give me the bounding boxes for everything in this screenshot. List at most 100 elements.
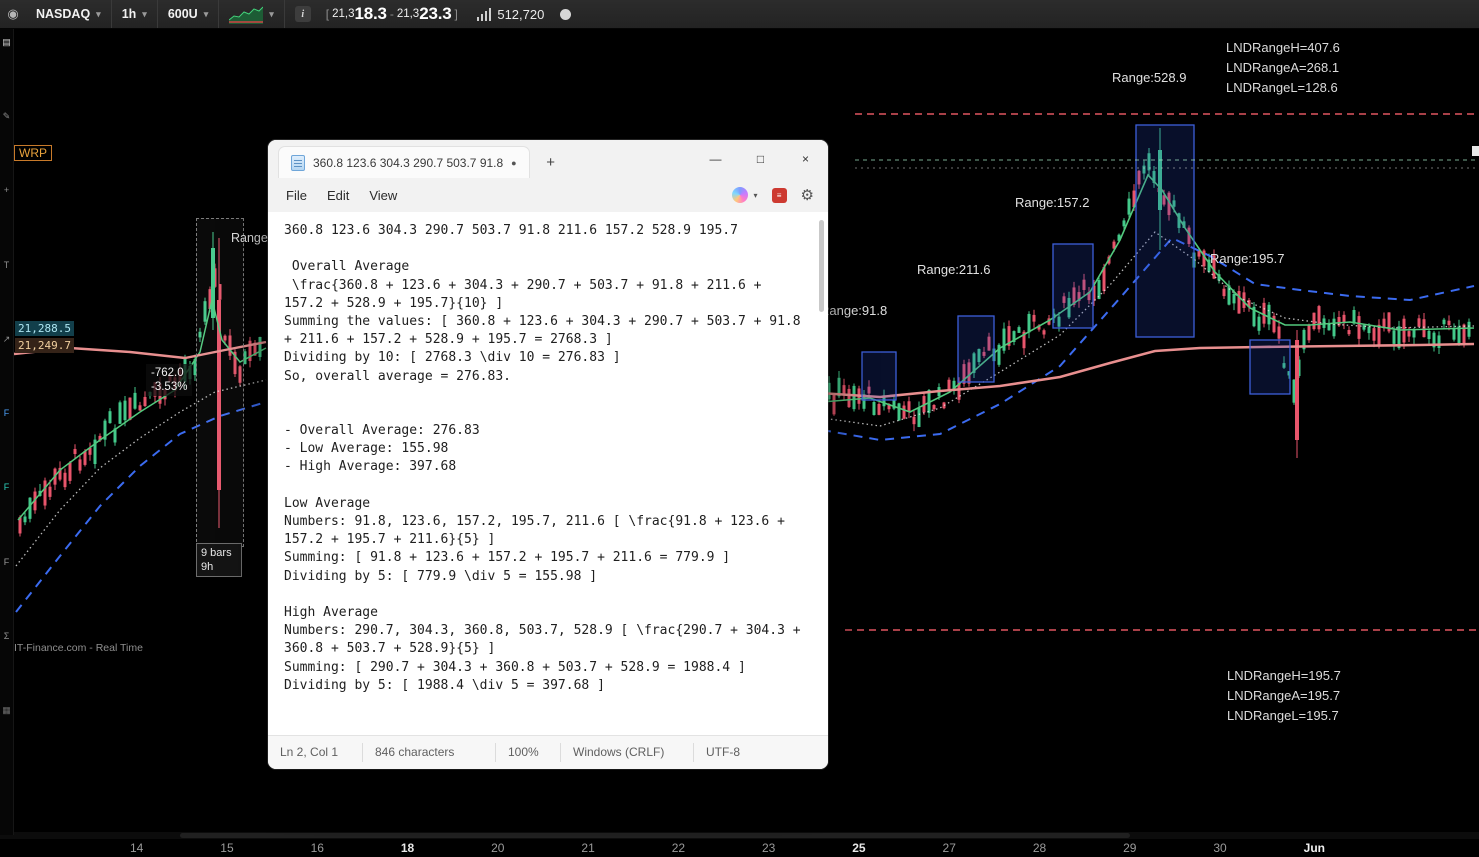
units-dropdown[interactable]: 600U ▾ bbox=[158, 0, 219, 28]
editor-line bbox=[284, 404, 810, 422]
screen: ◉ NASDAQ ▾ 1h ▾ 600U ▾ ▾ i [ 21,3 18.3 - bbox=[0, 0, 1479, 857]
chevron-down-icon: ▾ bbox=[142, 10, 147, 19]
scrollbar-thumb[interactable] bbox=[180, 833, 1130, 838]
close-button[interactable]: × bbox=[783, 140, 828, 178]
tab-title: 360.8 123.6 304.3 290.7 503.7 91.8 bbox=[313, 156, 503, 170]
editor-line: Numbers: 91.8, 123.6, 157.2, 195.7, 211.… bbox=[284, 513, 810, 531]
toolbar-icon[interactable]: ✎ bbox=[3, 112, 11, 121]
editor-scrollbar[interactable] bbox=[819, 220, 824, 312]
status-line-ending[interactable]: Windows (CRLF) bbox=[560, 743, 693, 763]
range-label-528: Range:528.9 bbox=[1112, 70, 1186, 85]
notepad-icon bbox=[291, 155, 305, 171]
ask-price-small: 21,3 bbox=[397, 9, 419, 23]
editor-line: 360.8 123.6 304.3 290.7 503.7 91.8 211.6… bbox=[284, 222, 810, 240]
editor-line: 157.2 + 528.9 + 195.7}{10} ] bbox=[284, 295, 810, 313]
toolbar-icon[interactable]: F bbox=[4, 409, 10, 418]
chevron-down-icon: ▾ bbox=[269, 10, 274, 19]
chevron-down-icon: ▾ bbox=[754, 191, 758, 200]
app-icon[interactable]: ◉ bbox=[0, 6, 26, 22]
drawing-toolbar: ▤ ✎ + T ↗ F F F Σ ▦ bbox=[0, 28, 14, 835]
toolbar-icon[interactable]: F bbox=[4, 483, 10, 492]
toolbar-icon[interactable]: Σ bbox=[4, 632, 10, 641]
editor-line: - Low Average: 155.98 bbox=[284, 440, 810, 458]
info-icon[interactable]: i bbox=[295, 6, 311, 22]
range-label-195: Range:195.7 bbox=[1210, 251, 1284, 266]
time-axis-label: 14 bbox=[130, 841, 143, 855]
chart-style-dropdown[interactable]: ▾ bbox=[219, 0, 285, 28]
change-label: -762.0 -3.53% bbox=[146, 364, 192, 396]
copilot-icon[interactable] bbox=[732, 187, 748, 203]
text-editor[interactable]: 360.8 123.6 304.3 290.7 503.7 91.8 211.6… bbox=[268, 212, 828, 735]
change-percent: -3.53% bbox=[151, 380, 187, 394]
menubar-right: ▾ ≡ ⚙ bbox=[732, 187, 814, 203]
change-value: -762.0 bbox=[151, 366, 187, 380]
price-tag-low: 21,249.7 bbox=[15, 338, 74, 353]
topbar: ◉ NASDAQ ▾ 1h ▾ 600U ▾ ▾ i [ 21,3 18.3 - bbox=[0, 0, 1479, 29]
toolbar-icon[interactable]: + bbox=[4, 186, 9, 195]
mini-chart-icon bbox=[229, 4, 263, 24]
time-axis-label: Jun bbox=[1304, 841, 1325, 855]
red-extension-icon[interactable]: ≡ bbox=[772, 188, 787, 203]
unsaved-indicator: ● bbox=[511, 158, 516, 168]
chevron-down-icon: ▾ bbox=[96, 10, 101, 19]
editor-line: 157.2 + 195.7 + 211.6}{5} ] bbox=[284, 531, 810, 549]
watermark: IT-Finance.com - Real Time bbox=[14, 642, 143, 654]
symbol-dropdown[interactable]: NASDAQ ▾ bbox=[26, 0, 112, 28]
volume-label: 512,720 bbox=[497, 7, 544, 22]
menu-file[interactable]: File bbox=[276, 184, 317, 207]
time-axis-label: 27 bbox=[943, 841, 956, 855]
toolbar-icon[interactable]: T bbox=[4, 261, 10, 270]
notepad-statusbar: Ln 2, Col 1 846 characters 100% Windows … bbox=[268, 735, 828, 769]
selection-duration: 9h bbox=[201, 560, 237, 574]
range-label-91: Range:91.8 bbox=[820, 303, 887, 318]
editor-line: - High Average: 397.68 bbox=[284, 458, 810, 476]
time-axis-label: 18 bbox=[401, 841, 414, 855]
lnd-range-top-list: LNDRangeH=407.6LNDRangeA=268.1LNDRangeL=… bbox=[1226, 38, 1340, 98]
notepad-titlebar[interactable]: 360.8 123.6 304.3 290.7 503.7 91.8 ● + —… bbox=[268, 140, 828, 178]
price-bracket-open: [ bbox=[323, 8, 332, 22]
editor-line: 360.8 + 503.7 + 528.9}{5} ] bbox=[284, 640, 810, 658]
menu-edit[interactable]: Edit bbox=[317, 184, 359, 207]
editor-line: Dividing by 5: [ 779.9 \div 5 = 155.98 ] bbox=[284, 568, 810, 586]
price-tag-high: 21,288.5 bbox=[15, 321, 74, 336]
lnd-range-item: LNDRangeA=268.1 bbox=[1226, 58, 1340, 78]
time-axis-label: 22 bbox=[672, 841, 685, 855]
maximize-button[interactable]: □ bbox=[738, 140, 783, 178]
notepad-menubar: File Edit View ▾ ≡ ⚙ bbox=[268, 178, 828, 212]
editor-line: High Average bbox=[284, 604, 810, 622]
lnd-range-item: LNDRangeH=195.7 bbox=[1227, 666, 1341, 686]
status-character-count: 846 characters bbox=[362, 743, 495, 763]
toolbar-icon[interactable]: ▦ bbox=[2, 706, 11, 715]
editor-line: Overall Average bbox=[284, 258, 810, 276]
settings-gear-icon[interactable]: ⚙ bbox=[801, 188, 814, 203]
editor-line: Summing: [ 290.7 + 304.3 + 360.8 + 503.7… bbox=[284, 659, 810, 677]
notepad-tab[interactable]: 360.8 123.6 304.3 290.7 503.7 91.8 ● bbox=[278, 146, 530, 179]
toolbar-icon[interactable]: ▤ bbox=[2, 38, 11, 47]
editor-line: Low Average bbox=[284, 495, 810, 513]
toolbar-icon[interactable]: F bbox=[4, 558, 10, 567]
new-tab-button[interactable]: + bbox=[538, 149, 564, 175]
range-label-left: Range bbox=[231, 231, 268, 245]
minimize-button[interactable]: — bbox=[693, 140, 738, 178]
time-axis-label: 29 bbox=[1123, 841, 1136, 855]
editor-line: So, overall average = 276.83. bbox=[284, 368, 810, 386]
status-zoom[interactable]: 100% bbox=[495, 743, 560, 763]
toolbar-icon[interactable]: ↗ bbox=[3, 335, 11, 344]
editor-line: Numbers: 290.7, 304.3, 360.8, 503.7, 528… bbox=[284, 622, 810, 640]
indicator-badge[interactable]: WRP bbox=[14, 145, 52, 161]
editor-line: + 211.6 + 157.2 + 528.9 + 195.7 = 2768.3… bbox=[284, 331, 810, 349]
lnd-range-item: LNDRangeH=407.6 bbox=[1226, 38, 1340, 58]
menu-view[interactable]: View bbox=[359, 184, 407, 207]
editor-line: - Overall Average: 276.83 bbox=[284, 422, 810, 440]
record-icon[interactable] bbox=[560, 9, 571, 20]
status-encoding[interactable]: UTF-8 bbox=[693, 743, 778, 763]
timeframe-dropdown[interactable]: 1h ▾ bbox=[112, 0, 158, 28]
bid-price-large: 18.3 bbox=[355, 5, 387, 22]
selection-band[interactable] bbox=[196, 218, 244, 547]
horizontal-scrollbar[interactable] bbox=[0, 832, 1479, 839]
editor-line: Dividing by 10: [ 2768.3 \div 10 = 276.8… bbox=[284, 349, 810, 367]
timeframe-label: 1h bbox=[122, 7, 137, 21]
editor-line: \frac{360.8 + 123.6 + 304.3 + 290.7 + 50… bbox=[284, 277, 810, 295]
lnd-range-bottom-list: LNDRangeH=195.7LNDRangeA=195.7LNDRangeL=… bbox=[1227, 666, 1341, 726]
editor-line: Summing the values: [ 360.8 + 123.6 + 30… bbox=[284, 313, 810, 331]
